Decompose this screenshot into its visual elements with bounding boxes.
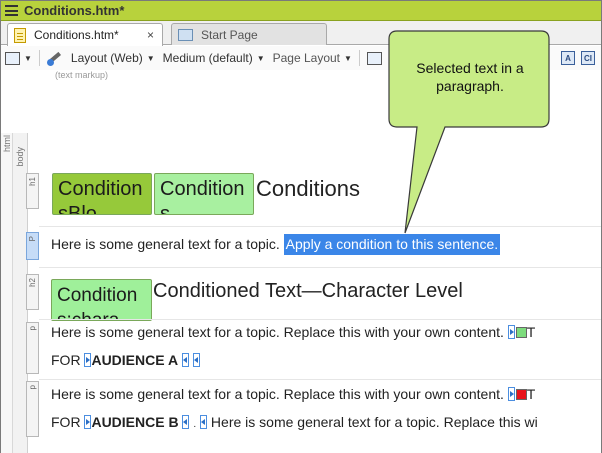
toolbar-divider (38, 50, 40, 66)
p-tag-marker-selected[interactable]: P (26, 232, 39, 260)
audience-b-text: AUDIENCE B (91, 414, 179, 430)
audience-a-text: AUDIENCE A (91, 352, 179, 368)
condition-start-marker[interactable] (507, 325, 515, 339)
chevron-down-icon: ▼ (24, 53, 32, 63)
chevron-down-icon: ▼ (344, 53, 352, 63)
condition-swatch-green (515, 327, 527, 338)
medium-label: Medium (default) (162, 51, 253, 65)
row-divider (39, 319, 601, 320)
heading-2: Conditioned Text—Character Level (153, 280, 463, 302)
page-layout-dropdown[interactable]: Page Layout ▼ (269, 48, 356, 68)
medium-dropdown[interactable]: Medium (default) ▼ (159, 48, 269, 68)
h1-tag-marker[interactable]: h1 (26, 173, 39, 209)
paragraph-2-line-2[interactable]: FOR AUDIENCE A (51, 352, 200, 368)
body-tag-label: body (15, 147, 25, 167)
tab-label: Conditions.htm* (34, 28, 119, 42)
markup-icon (46, 50, 63, 66)
zoom-button[interactable]: ▼ (1, 48, 36, 68)
h2-tag-marker[interactable]: h2 (26, 274, 39, 310)
paragraph-3-line-2[interactable]: FOR AUDIENCE B . Here is some general te… (51, 414, 538, 430)
p-tag-marker[interactable]: p (26, 381, 39, 437)
condition-end-marker[interactable] (181, 353, 189, 367)
preview-icon (366, 51, 382, 65)
layout-dropdown[interactable]: Layout (Web) ▼ (67, 48, 159, 68)
condition-start-marker[interactable] (507, 387, 515, 401)
paragraph-1[interactable]: Here is some general text for a topic. A… (51, 234, 501, 255)
tab-label: Start Page (201, 27, 258, 42)
document-icon (14, 27, 26, 43)
text-markup-button[interactable] (43, 48, 67, 68)
page-layout-label: Page Layout (272, 51, 341, 65)
markup-caption: (text markup) (55, 70, 109, 80)
chevron-down-icon: ▼ (146, 53, 155, 63)
window-titlebar: Conditions.htm* (1, 1, 601, 21)
condition-tag-block[interactable]: Conditions (154, 173, 254, 215)
start-page-icon (178, 28, 193, 41)
window-title: Conditions.htm* (24, 3, 125, 18)
p-tag-marker[interactable]: p (26, 322, 39, 374)
chevron-down-icon: ▼ (256, 53, 265, 63)
row-divider (39, 267, 601, 268)
paragraph-2-line-1[interactable]: Here is some general text for a topic. R… (51, 324, 535, 340)
attributes-icon[interactable]: A (561, 51, 575, 65)
conditions-icon[interactable]: CI (581, 51, 595, 65)
condition-end-marker[interactable] (200, 415, 208, 429)
menu-icon[interactable] (5, 5, 18, 16)
condition-end-marker[interactable] (182, 415, 190, 429)
paragraph-3-line-1[interactable]: Here is some general text for a topic. R… (51, 386, 535, 402)
condition-tag-block[interactable]: Condition s:chara (51, 279, 152, 321)
selected-text[interactable]: Apply a condition to this sentence. (283, 234, 501, 255)
preview-button[interactable] (363, 48, 386, 68)
condition-tag-block[interactable]: ConditionsBlo (52, 173, 152, 215)
zoom-icon (5, 51, 20, 65)
close-icon[interactable]: × (147, 28, 154, 42)
row-divider (39, 379, 601, 380)
structure-bar-html[interactable]: html (1, 133, 13, 453)
condition-start-marker[interactable] (84, 415, 92, 429)
callout-bubble: Selected text in a paragraph. (387, 29, 551, 237)
tab-conditions[interactable]: Conditions.htm* × (7, 23, 163, 46)
layout-label: Layout (Web) (70, 51, 143, 65)
html-tag-label: html (2, 135, 12, 153)
paragraph-text: Here is some general text for a topic. (51, 236, 284, 252)
condition-swatch-red (515, 389, 527, 400)
tab-start-page[interactable]: Start Page (171, 23, 327, 45)
callout-text: Selected text in a paragraph. (416, 60, 524, 94)
condition-start-marker[interactable] (84, 353, 92, 367)
toolbar-divider (358, 50, 360, 66)
heading-1: Conditions (256, 176, 360, 201)
condition-end-marker[interactable] (192, 353, 200, 367)
